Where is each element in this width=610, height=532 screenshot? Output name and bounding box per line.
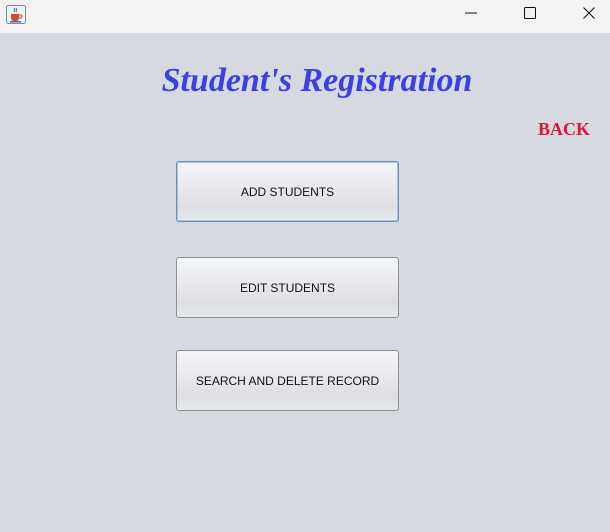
close-icon [582, 6, 596, 25]
maximize-button[interactable] [501, 0, 559, 30]
window-titlebar [0, 0, 610, 33]
search-delete-record-button[interactable]: SEARCH AND DELETE RECORD [176, 350, 399, 411]
add-students-button[interactable]: ADD STUDENTS [176, 161, 399, 222]
minimize-icon [464, 6, 478, 25]
java-coffee-cup-icon [6, 5, 26, 24]
search-delete-record-label: SEARCH AND DELETE RECORD [195, 373, 380, 388]
back-link[interactable]: BACK [538, 119, 590, 140]
close-button[interactable] [560, 0, 610, 30]
minimize-button[interactable] [442, 0, 500, 30]
add-students-label: ADD STUDENTS [240, 184, 335, 199]
edit-students-label: EDIT STUDENTS [239, 280, 336, 295]
page-title: Student's Registration [161, 62, 473, 99]
maximize-icon [523, 6, 537, 25]
edit-students-button[interactable]: EDIT STUDENTS [176, 257, 399, 318]
